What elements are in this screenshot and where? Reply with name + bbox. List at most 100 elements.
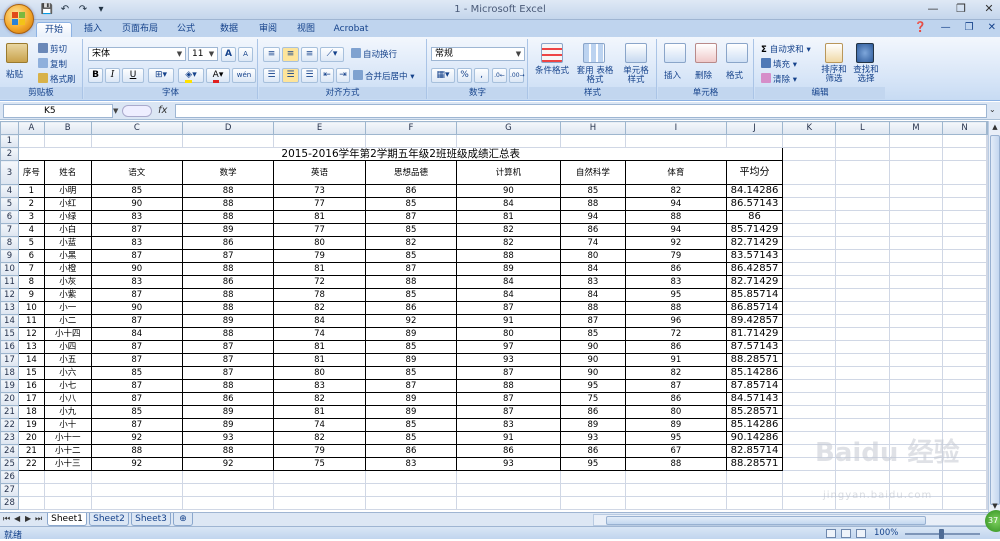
row-header[interactable]: 9 [0, 249, 19, 263]
cell[interactable]: 85 [364, 223, 458, 237]
align-right-button[interactable]: ☰ [301, 68, 318, 83]
cell[interactable] [835, 134, 890, 148]
cell[interactable] [782, 147, 837, 161]
cell[interactable]: 87 [364, 210, 458, 224]
increase-decimal-button[interactable]: .0← [492, 68, 507, 83]
cell[interactable]: 85 [90, 405, 183, 419]
cell[interactable] [559, 496, 627, 510]
tab-0[interactable]: 开始 [36, 22, 72, 37]
cell[interactable]: 81 [273, 210, 366, 224]
cell[interactable] [888, 444, 944, 458]
cell[interactable]: 小八 [43, 392, 92, 406]
row-header[interactable]: 26 [0, 470, 19, 484]
insert-sheet-button[interactable]: ⊕ [173, 513, 193, 526]
cell[interactable]: 84 [273, 314, 366, 328]
cell[interactable] [835, 418, 890, 432]
cell[interactable]: 小紫 [43, 288, 92, 302]
cell[interactable] [364, 483, 458, 497]
cell[interactable]: 87.57143 [725, 340, 784, 354]
cell[interactable] [782, 366, 837, 380]
cell[interactable]: 19 [17, 418, 45, 432]
autosum-button[interactable]: Σ 自动求和 ▾ [761, 43, 811, 55]
cell[interactable]: 86.57143 [725, 197, 784, 211]
row-header[interactable]: 18 [0, 366, 19, 380]
cell-styles-button[interactable]: 单元格 样式 [618, 67, 654, 85]
zoom-slider[interactable] [905, 529, 980, 539]
cell[interactable]: 89 [181, 314, 275, 328]
clear-button[interactable]: 清除 ▾ [761, 73, 797, 85]
cell[interactable]: 87 [90, 418, 183, 432]
cell[interactable]: 88 [181, 379, 275, 393]
cell[interactable]: 86 [625, 262, 727, 276]
cell[interactable]: 89 [364, 327, 458, 341]
fill-color-button[interactable]: ◈▾ [178, 68, 204, 83]
column-header[interactable]: M [888, 121, 944, 135]
cell[interactable]: 88 [181, 262, 275, 276]
office-button[interactable] [4, 4, 34, 34]
cell[interactable]: 小七 [43, 379, 92, 393]
cell[interactable]: 84 [559, 262, 627, 276]
column-title[interactable]: 英语 [273, 160, 366, 185]
cell[interactable]: 89 [364, 392, 458, 406]
cell[interactable]: 87 [90, 340, 183, 354]
cell[interactable] [782, 418, 837, 432]
font-name-select[interactable]: 宋体 ▼ [88, 47, 186, 61]
cell[interactable] [181, 470, 275, 484]
row-header[interactable]: 17 [0, 353, 19, 367]
cell[interactable] [181, 483, 275, 497]
conditional-format-button[interactable]: 条件格式 [533, 67, 571, 76]
cell[interactable]: 86.85714 [725, 301, 784, 315]
cell[interactable]: 21 [17, 444, 45, 458]
cell[interactable]: 88 [559, 197, 627, 211]
cell[interactable] [835, 496, 890, 510]
cell[interactable]: 87 [90, 288, 183, 302]
cell[interactable]: 81 [273, 405, 366, 419]
cell[interactable] [364, 470, 458, 484]
cell[interactable]: 87 [456, 392, 561, 406]
cell[interactable] [942, 275, 987, 289]
row-header[interactable]: 12 [0, 288, 19, 302]
cell[interactable] [559, 483, 627, 497]
cell[interactable]: 85.28571 [725, 405, 784, 419]
restore-icon[interactable]: ❐ [954, 2, 968, 15]
cell[interactable]: 84 [456, 288, 561, 302]
formula-input[interactable] [175, 104, 987, 118]
column-title[interactable]: 数学 [181, 160, 275, 185]
cell[interactable]: 小十二 [43, 444, 92, 458]
cell[interactable]: 87 [364, 262, 458, 276]
shrink-font-button[interactable]: A [238, 47, 253, 62]
cell[interactable]: 小十三 [43, 457, 92, 471]
cell[interactable]: 85 [90, 366, 183, 380]
cell[interactable]: 81 [456, 210, 561, 224]
cell[interactable]: 82.71429 [725, 275, 784, 289]
cell[interactable] [888, 223, 944, 237]
cell[interactable]: 85 [364, 340, 458, 354]
row-header[interactable]: 2 [0, 147, 19, 161]
cell[interactable]: 86 [559, 405, 627, 419]
column-header[interactable]: A [17, 121, 45, 135]
column-header[interactable]: J [725, 121, 784, 135]
cell[interactable] [835, 444, 890, 458]
column-header[interactable]: D [181, 121, 275, 135]
cell[interactable]: 11 [17, 314, 45, 328]
restore-doc-icon[interactable]: ❐ [965, 22, 974, 33]
cell[interactable]: 87 [90, 249, 183, 263]
cell[interactable]: 94 [559, 210, 627, 224]
column-header[interactable]: F [364, 121, 458, 135]
cell[interactable]: 92 [90, 457, 183, 471]
cell[interactable]: 82 [273, 431, 366, 445]
minimize-icon[interactable]: — [926, 2, 940, 15]
cell[interactable] [625, 134, 727, 148]
cell[interactable]: 小黑 [43, 249, 92, 263]
tab-4[interactable]: 数据 [211, 22, 247, 37]
cell[interactable]: 88 [625, 457, 727, 471]
cell[interactable]: 88 [90, 444, 183, 458]
cell[interactable]: 83 [90, 275, 183, 289]
column-header[interactable]: N [942, 121, 987, 135]
cell[interactable]: 89 [364, 353, 458, 367]
cell[interactable]: 86 [364, 301, 458, 315]
cell[interactable]: 87 [181, 353, 275, 367]
column-title[interactable]: 思想品德 [364, 160, 458, 185]
phonetic-button[interactable]: wén [232, 68, 256, 83]
cell[interactable] [835, 327, 890, 341]
